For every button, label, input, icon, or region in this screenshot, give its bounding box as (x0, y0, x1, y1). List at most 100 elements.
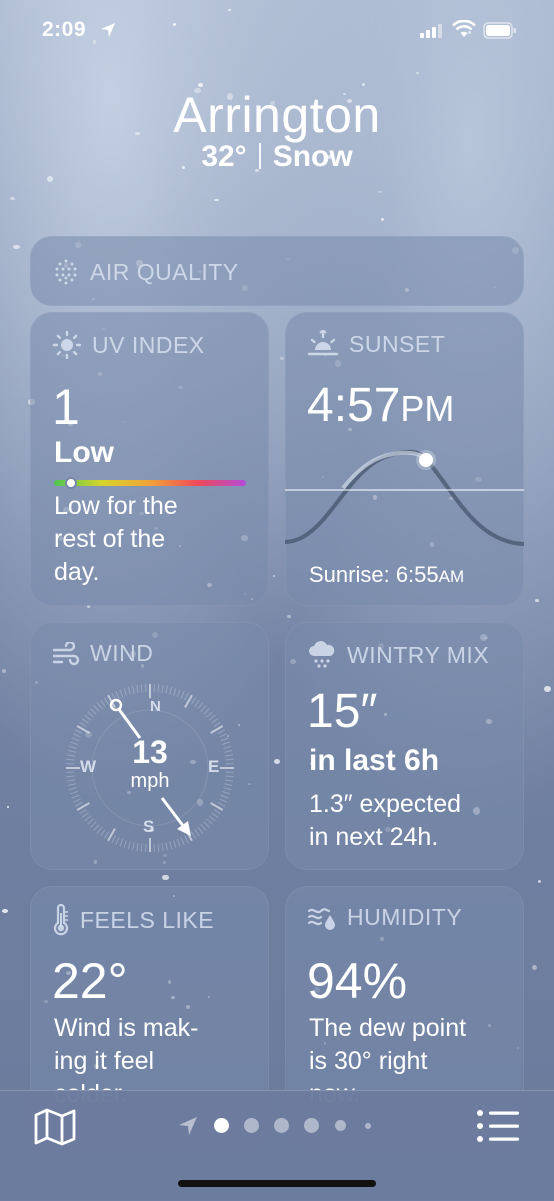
compass-tick (94, 706, 99, 712)
compass-tick (211, 719, 217, 724)
compass-tick (67, 755, 75, 756)
wintry-mix-card[interactable]: WINTRY MIX 15″ in last 6h 1.3″ expected … (285, 622, 524, 870)
page-dot[interactable] (244, 1118, 259, 1133)
compass-tick (85, 715, 91, 720)
compass-tick (209, 715, 215, 720)
sunset-time-value: 4:57 (307, 379, 400, 432)
sunset-title: SUNSET (349, 331, 445, 358)
uv-desc-line: day. (54, 556, 178, 589)
compass-tick (222, 742, 230, 744)
snowflake (280, 357, 283, 360)
snowflake (273, 575, 275, 577)
compass-tick (72, 738, 79, 741)
compass-tick (219, 799, 226, 802)
feels-like-title: FEELS LIKE (80, 907, 214, 934)
feels-like-desc-line: Wind is mak- (54, 1012, 198, 1045)
status-bar: 2:09 (0, 0, 554, 60)
sunrise-label: Sunrise: 6:55AM (309, 562, 464, 588)
compass-tick (70, 742, 78, 744)
compass-tick (124, 840, 126, 848)
snowflake (13, 245, 20, 249)
compass-tick (91, 709, 97, 715)
compass-tick (70, 791, 78, 793)
snowflake (7, 806, 9, 808)
city-name: Arrington (0, 86, 554, 144)
humidity-title: HUMIDITY (347, 904, 462, 931)
page-dot-active[interactable] (214, 1118, 229, 1133)
page-indicator[interactable] (174, 1111, 384, 1141)
compass-tick (214, 809, 221, 813)
list-icon[interactable] (476, 1109, 520, 1143)
compass-tick (173, 840, 175, 848)
compass-tick (221, 738, 228, 741)
compass-tick (177, 690, 180, 697)
snowflake (381, 218, 384, 221)
compass-tick (162, 685, 163, 693)
compass-tick (218, 803, 225, 807)
snowflake (162, 875, 168, 881)
compass-tick (206, 712, 212, 717)
humidity-icon (307, 905, 337, 931)
wind-speed: 13 (110, 734, 190, 771)
page-dot[interactable] (335, 1120, 346, 1131)
compass-tick (195, 829, 200, 835)
sunset-card[interactable]: SUNSET 4:57PM Sunrise: 6:55AM (285, 312, 524, 606)
home-indicator[interactable] (178, 1180, 376, 1187)
compass-tick (226, 759, 234, 760)
compass-tick (181, 691, 184, 698)
compass-tick (116, 837, 119, 844)
compass-tick (120, 839, 123, 846)
map-icon[interactable] (33, 1107, 77, 1147)
snowflake (544, 686, 551, 692)
compass-tick (94, 824, 99, 830)
compass-tick (158, 684, 159, 692)
thermometer-icon (52, 904, 70, 936)
page-dot[interactable] (274, 1118, 289, 1133)
compass-tick (204, 822, 210, 828)
condition-label: Snow (273, 140, 353, 173)
wind-card[interactable]: WIND N S E W 13 mph (30, 622, 269, 870)
compass-tick (166, 842, 168, 850)
compass-tick (221, 795, 228, 798)
wintry-mix-title: WINTRY MIX (347, 642, 489, 669)
page-dot[interactable] (304, 1118, 319, 1133)
air-quality-card[interactable]: AIR QUALITY (30, 236, 524, 306)
humidity-header: HUMIDITY (307, 904, 462, 931)
compass-tick (82, 719, 88, 724)
battery-icon (483, 22, 517, 39)
snowflake (274, 759, 280, 764)
compass-tick (209, 816, 215, 821)
snowflake (47, 176, 53, 182)
uv-index-level: Low (54, 436, 114, 470)
compass-tick (101, 700, 106, 706)
wintry-mix-header: WINTRY MIX (307, 640, 489, 670)
snowflake (287, 615, 291, 618)
compass-tick (97, 827, 102, 833)
current-conditions: 32°Snow (0, 140, 554, 174)
sunrise-suffix: AM (439, 567, 465, 586)
wind-icon (52, 642, 80, 666)
compass-tick (82, 813, 88, 818)
snowflake (416, 72, 419, 74)
compass-tick (80, 809, 87, 813)
sunset-time: 4:57PM (307, 378, 454, 433)
page-dot[interactable] (365, 1123, 371, 1129)
compass-tick (218, 730, 225, 734)
wintry-mix-forecast-line: 1.3″ expected (309, 788, 461, 821)
compass-tick (211, 813, 217, 818)
compass-tick (120, 690, 123, 697)
compass-tick (222, 791, 230, 793)
compass-tick (141, 844, 142, 852)
compass-tick (133, 686, 135, 694)
compass-tick (91, 822, 97, 828)
compass-tick (137, 685, 138, 693)
cellular-signal-icon (420, 24, 442, 38)
compass-tick (223, 746, 231, 748)
compass-tick (69, 788, 77, 790)
compass-tick (195, 700, 200, 706)
uv-index-card[interactable]: UV INDEX 1 Low Low for the rest of the d… (30, 312, 269, 606)
compass-tick (224, 784, 232, 786)
snowflake (2, 909, 8, 913)
wind-title: WIND (90, 640, 153, 667)
compass-tick (75, 803, 82, 807)
